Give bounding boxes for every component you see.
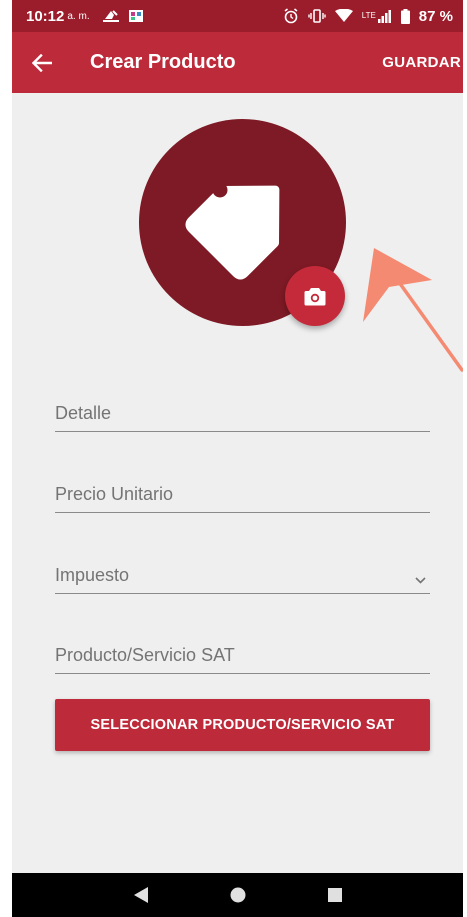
status-time: 10:12 [26, 7, 65, 25]
signal-icon [377, 10, 391, 23]
battery-icon [400, 8, 410, 24]
camera-button[interactable] [285, 266, 345, 326]
page-title: Crear Producto [90, 51, 236, 73]
status-ampm: a. m. [67, 10, 90, 22]
system-nav-bar [12, 873, 463, 917]
impuesto-placeholder: Impuesto [55, 565, 130, 585]
back-button[interactable] [12, 32, 72, 93]
circle-home-icon [230, 887, 245, 903]
producto-servicio-sat-placeholder: Producto/Servicio SAT [55, 645, 235, 665]
precio-unitario-placeholder: Precio Unitario [55, 484, 174, 504]
arrow-left-icon [32, 53, 52, 72]
nav-recents-button[interactable] [315, 875, 355, 915]
square-recents-icon [327, 888, 342, 902]
app-bar: Crear Producto GUARDAR [12, 32, 463, 93]
status-icons-left [102, 9, 144, 23]
network-type: LTE [361, 10, 376, 20]
alarm-icon [284, 8, 298, 24]
status-right: LTE 87 % [283, 8, 453, 25]
detalle-placeholder: Detalle [55, 403, 112, 423]
app-notification-icon [128, 10, 143, 22]
precio-unitario-field[interactable]: Precio Unitario [55, 467, 430, 513]
status-bar: 10:12 a. m. LTE 87 % [12, 0, 463, 32]
impuesto-select[interactable]: Impuesto [55, 548, 430, 594]
save-button[interactable]: GUARDAR [372, 54, 463, 71]
phone-screen: 10:12 a. m. LTE 87 % Crear Producto GUAR… [12, 0, 463, 917]
wifi-icon [334, 9, 353, 22]
annotation-arrow [363, 248, 463, 372]
triangle-back-icon [133, 887, 148, 903]
select-sat-button[interactable]: SELECCIONAR PRODUCTO/SERVICIO SAT [55, 699, 430, 751]
nav-home-button[interactable] [218, 875, 258, 915]
battery-percent: 87 % [418, 7, 453, 25]
producto-servicio-sat-field[interactable]: Producto/Servicio SAT [55, 628, 430, 674]
nav-back-button[interactable] [121, 875, 161, 915]
camera-icon [304, 287, 326, 305]
status-left: 10:12 a. m. [26, 8, 144, 25]
upload-notification-icon [102, 10, 119, 22]
chevron-down-icon [415, 577, 426, 584]
detalle-field[interactable]: Detalle [55, 386, 430, 432]
vibrate-icon [308, 9, 326, 23]
